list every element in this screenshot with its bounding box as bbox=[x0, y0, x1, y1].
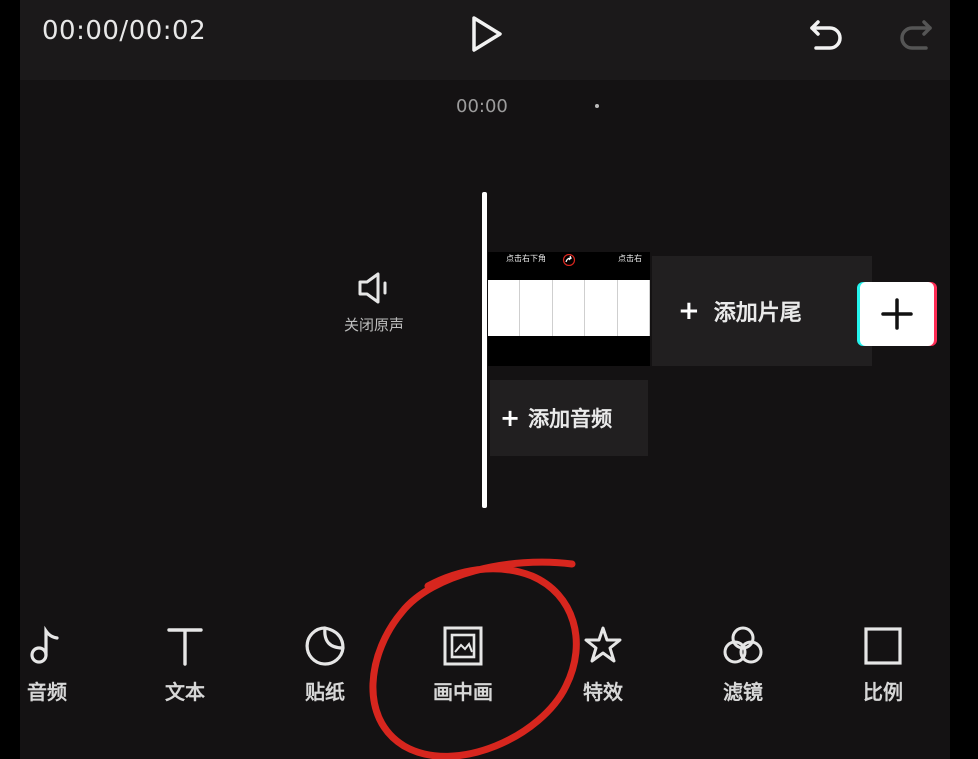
plus-icon bbox=[881, 298, 913, 330]
clip-frame bbox=[488, 280, 521, 336]
picture-in-picture-icon bbox=[443, 626, 483, 666]
tool-audio-label: 音频 bbox=[27, 680, 67, 704]
clip-thumbnails bbox=[488, 280, 650, 336]
ratio-icon bbox=[864, 627, 902, 665]
clip-frame bbox=[553, 280, 586, 336]
tool-ratio-label: 比例 bbox=[863, 680, 903, 704]
tool-ratio[interactable]: 比例 bbox=[838, 624, 928, 705]
tool-audio[interactable]: 音频 bbox=[20, 624, 92, 705]
filter-icon bbox=[723, 626, 763, 664]
add-clip-button[interactable] bbox=[860, 282, 934, 346]
tool-text[interactable]: 文本 bbox=[140, 624, 230, 705]
speaker-mute-icon bbox=[358, 272, 387, 304]
video-editor: 00:00/00:02 00:00 关闭原声 点击右下角 点击右 + 添加片尾 … bbox=[20, 0, 950, 759]
tool-sticker-label: 贴纸 bbox=[305, 680, 345, 704]
clip-frame bbox=[618, 280, 650, 336]
top-bar: 00:00/00:02 bbox=[20, 0, 950, 80]
play-icon[interactable] bbox=[468, 14, 504, 54]
clip-frame bbox=[585, 280, 618, 336]
plus-icon: + bbox=[500, 404, 521, 432]
clip-caption-left: 点击右下角 bbox=[506, 254, 546, 263]
timecode: 00:00/00:02 bbox=[42, 16, 207, 46]
add-audio-button[interactable]: + 添加音频 bbox=[490, 380, 648, 456]
add-ending-button[interactable]: + 添加片尾 bbox=[652, 256, 872, 366]
clip-caption-right: 点击右 bbox=[618, 254, 642, 263]
tool-picture-in-picture[interactable]: 画中画 bbox=[418, 624, 508, 705]
playhead[interactable] bbox=[482, 192, 487, 508]
tool-filter-label: 滤镜 bbox=[723, 680, 763, 704]
mute-original-audio-button[interactable]: 关闭原声 bbox=[334, 270, 414, 350]
effects-star-icon bbox=[584, 626, 622, 663]
plus-icon: + bbox=[678, 296, 700, 326]
bottom-toolbar: 音频 文本 贴纸 画中画 特效 滤镜 比例 bbox=[20, 546, 950, 759]
tool-effects-label: 特效 bbox=[583, 680, 623, 704]
sticker-icon bbox=[305, 626, 345, 666]
redo-icon[interactable] bbox=[896, 14, 936, 54]
tool-sticker[interactable]: 贴纸 bbox=[280, 624, 370, 705]
add-ending-label: 添加片尾 bbox=[713, 301, 802, 326]
tool-picture-in-picture-label: 画中画 bbox=[433, 680, 493, 704]
tool-effects[interactable]: 特效 bbox=[558, 624, 648, 705]
add-audio-label: 添加音频 bbox=[528, 407, 613, 431]
video-clip[interactable]: 点击右下角 点击右 bbox=[488, 252, 650, 366]
mute-label: 关闭原声 bbox=[343, 316, 404, 334]
timeline-ruler-time: 00:00 bbox=[456, 96, 508, 117]
text-icon bbox=[167, 628, 203, 666]
share-arrow-icon bbox=[562, 254, 576, 266]
tool-filter[interactable]: 滤镜 bbox=[698, 624, 788, 705]
music-note-icon bbox=[30, 625, 59, 664]
tool-text-label: 文本 bbox=[165, 680, 205, 704]
ruler-tick bbox=[595, 104, 599, 108]
undo-icon[interactable] bbox=[806, 14, 846, 54]
clip-frame bbox=[520, 280, 553, 336]
